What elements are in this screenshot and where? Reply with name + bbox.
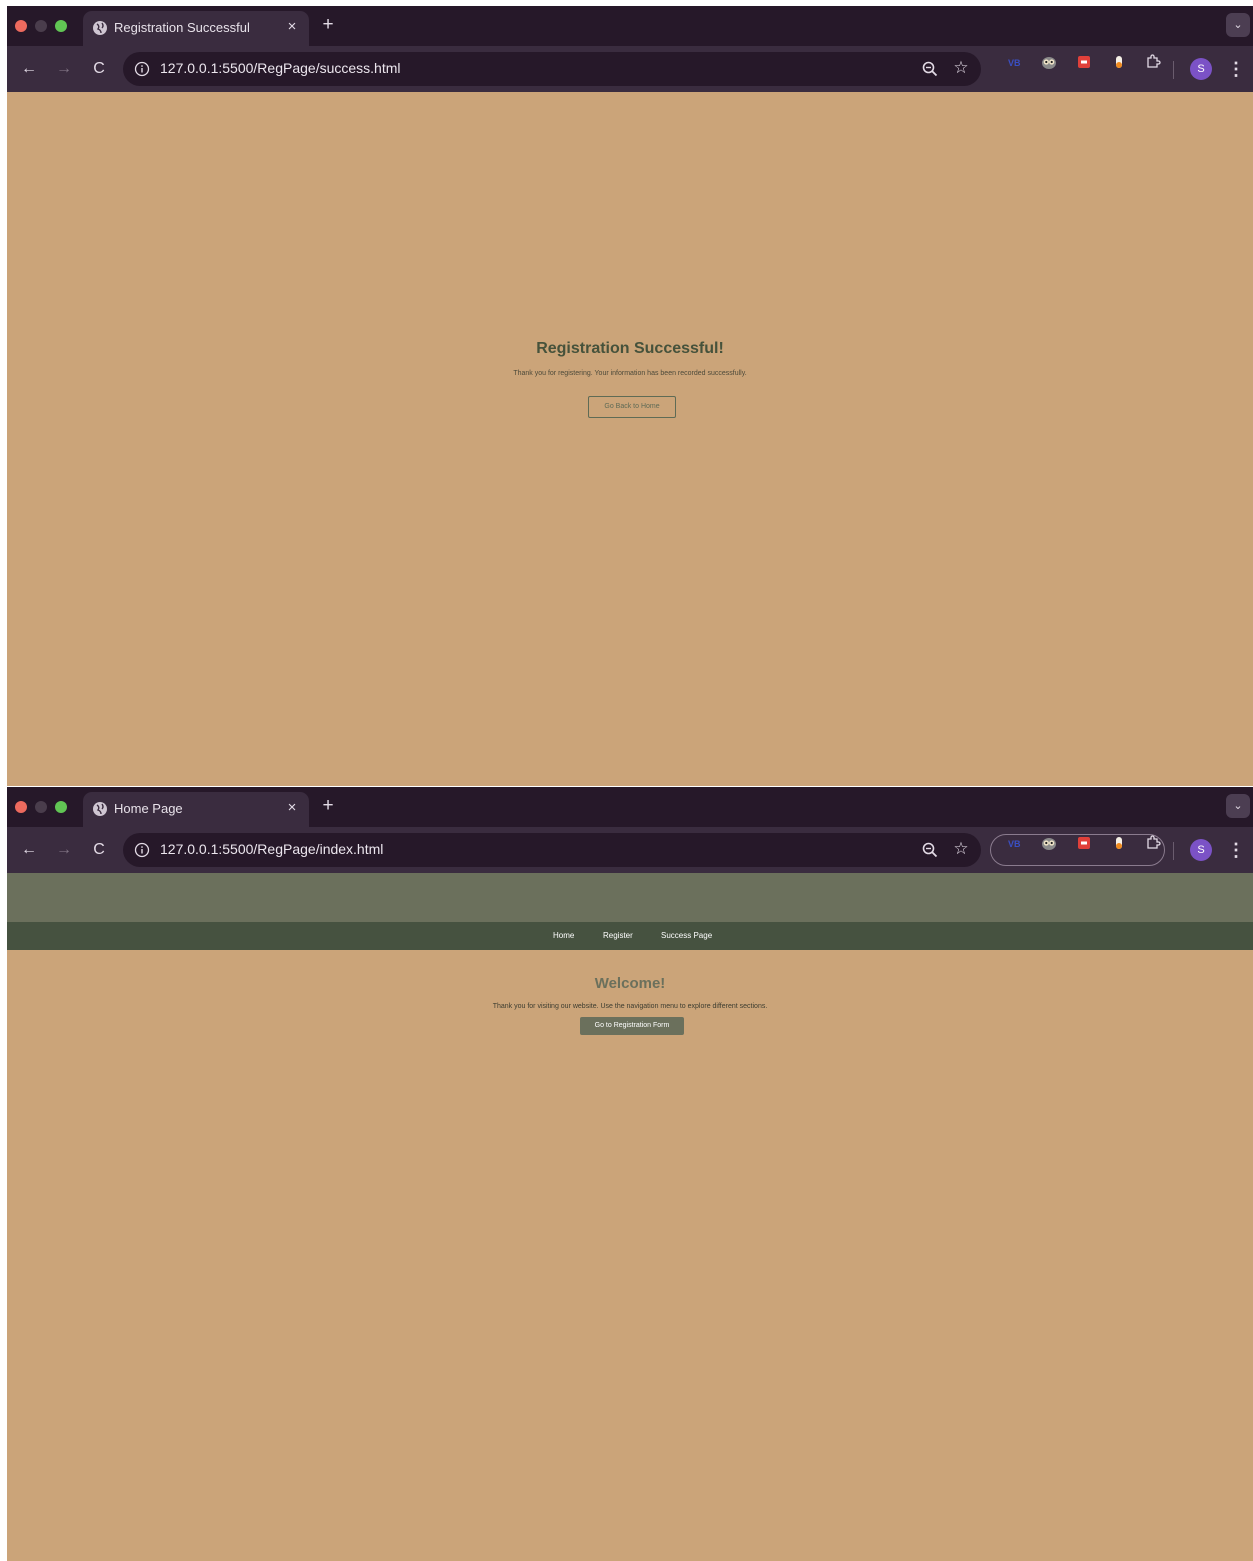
browser-toolbar: ← → C 127.0.0.1:5500/RegPage/index.html … bbox=[7, 827, 1253, 873]
page-viewport-success: Registration Successful! Thank you for r… bbox=[7, 92, 1253, 786]
toolbar-separator bbox=[1173, 842, 1174, 860]
zoom-icon[interactable] bbox=[921, 60, 939, 78]
svg-text:VB: VB bbox=[1008, 839, 1021, 849]
maximize-window-button[interactable] bbox=[55, 20, 67, 32]
tab-search-chevron-icon[interactable]: ⌄ bbox=[1226, 794, 1250, 818]
forward-button[interactable]: → bbox=[52, 57, 76, 81]
owl-extension-icon[interactable] bbox=[1041, 835, 1057, 851]
tab-strip: Home Page × + ⌄ bbox=[7, 787, 1253, 827]
pill-extension-icon[interactable] bbox=[1111, 835, 1127, 851]
nav-link-home[interactable]: Home bbox=[553, 931, 574, 940]
tab-strip: Registration Successful × + ⌄ bbox=[7, 6, 1253, 46]
puzzle-icon[interactable] bbox=[1145, 54, 1161, 70]
go-back-home-button[interactable]: Go Back to Home bbox=[588, 396, 676, 418]
kebab-menu-icon[interactable]: ⋮ bbox=[1226, 57, 1246, 81]
tab-home-page[interactable]: Home Page × bbox=[83, 792, 309, 827]
info-icon[interactable] bbox=[134, 61, 150, 77]
reload-button[interactable]: C bbox=[87, 57, 111, 81]
globe-icon bbox=[93, 21, 107, 35]
tab-title: Registration Successful bbox=[114, 20, 250, 35]
site-nav: Home Register Success Page bbox=[7, 922, 1253, 950]
address-bar[interactable]: 127.0.0.1:5500/RegPage/success.html ☆ bbox=[123, 52, 981, 86]
svg-text:VB: VB bbox=[1008, 58, 1021, 68]
tab-registration-successful[interactable]: Registration Successful × bbox=[83, 11, 309, 46]
close-tab-icon[interactable]: × bbox=[283, 799, 301, 817]
profile-avatar[interactable]: S bbox=[1190, 58, 1212, 80]
vb-extension-icon[interactable]: VB bbox=[1007, 835, 1023, 851]
page-viewport-home: Home Register Success Page Welcome! Than… bbox=[7, 873, 1253, 1561]
minimize-window-button[interactable] bbox=[35, 801, 47, 813]
new-tab-button[interactable]: + bbox=[319, 796, 337, 815]
browser-window-success: Registration Successful × + ⌄ ← → C 127.… bbox=[7, 6, 1253, 786]
puzzle-icon[interactable] bbox=[1145, 835, 1161, 851]
red-extension-icon[interactable] bbox=[1076, 54, 1092, 70]
toolbar-separator bbox=[1173, 61, 1174, 79]
vb-extension-icon[interactable]: VB bbox=[1007, 54, 1023, 70]
profile-avatar[interactable]: S bbox=[1190, 839, 1212, 861]
welcome-message: Thank you for visiting our website. Use … bbox=[492, 1003, 768, 1010]
globe-icon bbox=[93, 802, 107, 816]
reload-button[interactable]: C bbox=[87, 838, 111, 862]
url-text[interactable]: 127.0.0.1:5500/RegPage/index.html bbox=[160, 841, 383, 857]
maximize-window-button[interactable] bbox=[55, 801, 67, 813]
back-button[interactable]: ← bbox=[17, 57, 41, 81]
close-tab-icon[interactable]: × bbox=[283, 18, 301, 36]
close-window-button[interactable] bbox=[15, 20, 27, 32]
tab-title: Home Page bbox=[114, 801, 183, 816]
success-message: Thank you for registering. Your informat… bbox=[513, 370, 747, 377]
info-icon[interactable] bbox=[134, 842, 150, 858]
page-title: Registration Successful! bbox=[536, 340, 724, 357]
new-tab-button[interactable]: + bbox=[319, 15, 337, 34]
tab-search-chevron-icon[interactable]: ⌄ bbox=[1226, 13, 1250, 37]
kebab-menu-icon[interactable]: ⋮ bbox=[1226, 838, 1246, 862]
site-header bbox=[7, 873, 1253, 922]
page-title: Welcome! bbox=[594, 975, 666, 992]
zoom-icon[interactable] bbox=[921, 841, 939, 859]
browser-toolbar: ← → C 127.0.0.1:5500/RegPage/success.htm… bbox=[7, 46, 1253, 92]
address-bar[interactable]: 127.0.0.1:5500/RegPage/index.html ☆ bbox=[123, 833, 981, 867]
nav-link-success-page[interactable]: Success Page bbox=[661, 931, 712, 940]
forward-button[interactable]: → bbox=[52, 838, 76, 862]
url-text[interactable]: 127.0.0.1:5500/RegPage/success.html bbox=[160, 60, 401, 76]
star-icon[interactable]: ☆ bbox=[951, 58, 971, 78]
browser-window-home: Home Page × + ⌄ ← → C 127.0.0.1:5500/Reg… bbox=[7, 787, 1253, 1561]
back-button[interactable]: ← bbox=[17, 838, 41, 862]
red-extension-icon[interactable] bbox=[1076, 835, 1092, 851]
nav-link-register[interactable]: Register bbox=[603, 931, 633, 940]
owl-extension-icon[interactable] bbox=[1041, 54, 1057, 70]
minimize-window-button[interactable] bbox=[35, 20, 47, 32]
star-icon[interactable]: ☆ bbox=[951, 839, 971, 859]
pill-extension-icon[interactable] bbox=[1111, 54, 1127, 70]
go-to-registration-button[interactable]: Go to Registration Form bbox=[580, 1017, 684, 1035]
close-window-button[interactable] bbox=[15, 801, 27, 813]
